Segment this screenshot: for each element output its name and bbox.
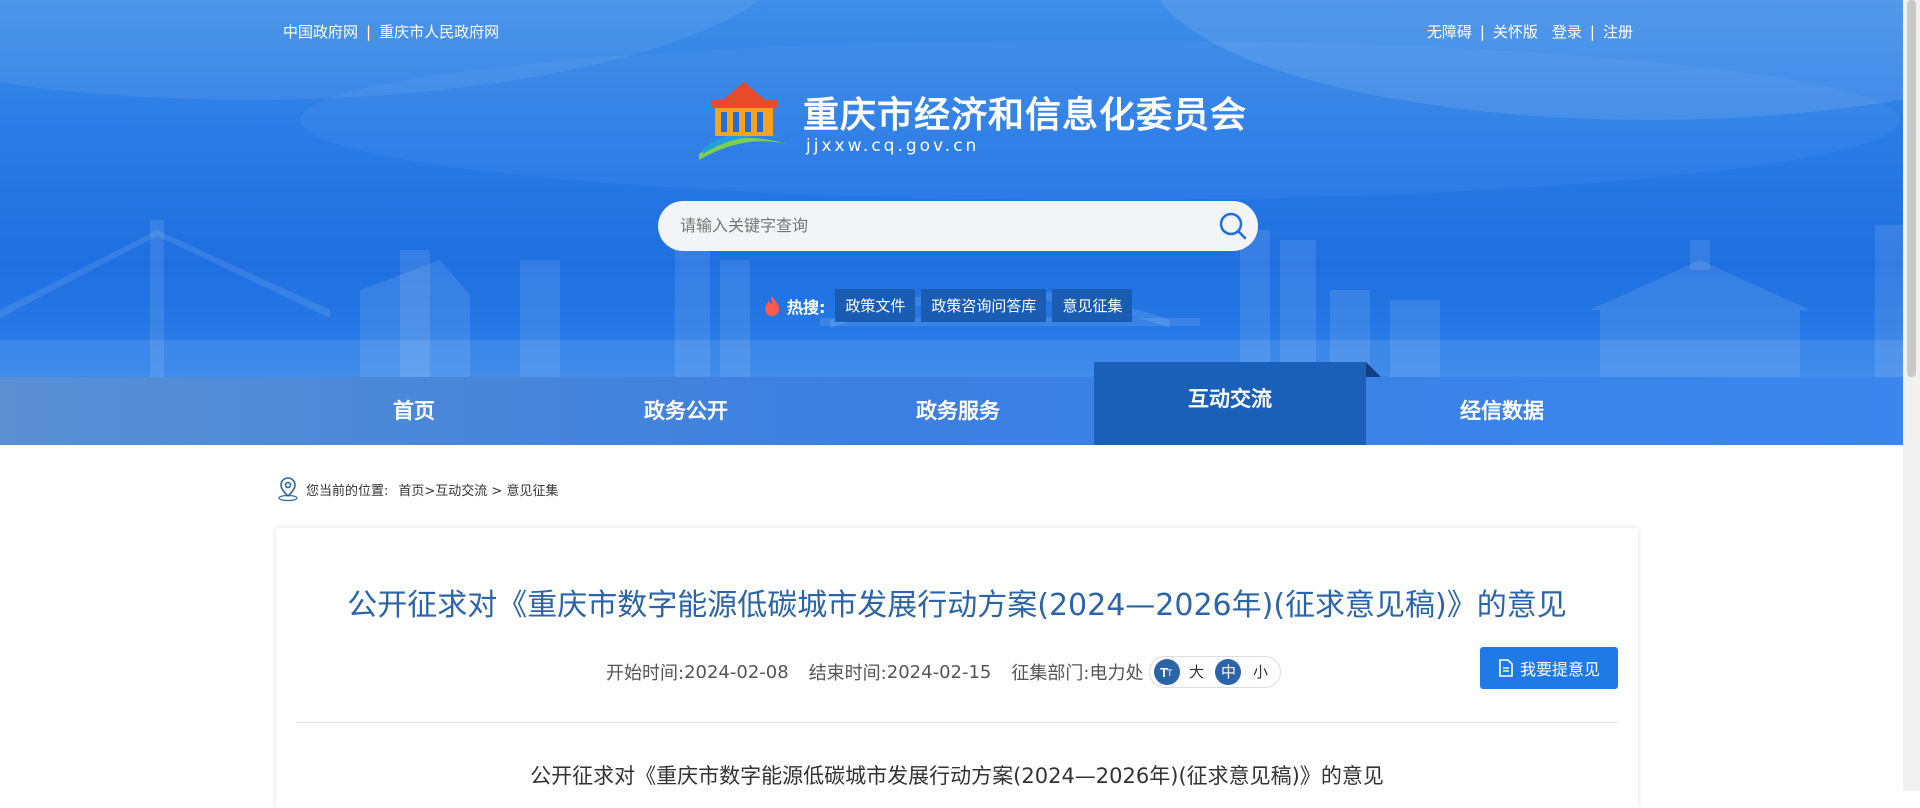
start-time-label: 开始时间:: [606, 663, 685, 684]
content-divider: [296, 722, 1618, 723]
hot-tag-policy-docs[interactable]: 政策文件: [835, 289, 916, 322]
nav-item-data[interactable]: 经信数据: [1366, 377, 1638, 445]
top-right-links: 无障碍 | 关怀版 登录 | 注册: [1427, 21, 1633, 42]
department-value: 电力处: [1089, 663, 1144, 684]
site-title[interactable]: 重庆市经济和信息化委员会: [803, 86, 1247, 138]
link-accessibility[interactable]: 无障碍: [1427, 23, 1472, 41]
article-meta: 开始时间: 2024-02-08 结束时间: 2024-02-15 征集部门: …: [606, 656, 1282, 688]
breadcrumb-path[interactable]: 首页>互动交流 > 意见征集: [398, 480, 558, 499]
divider: |: [1479, 23, 1485, 41]
nav-item-interaction[interactable]: 互动交流: [1094, 362, 1366, 445]
end-time-label: 结束时间:: [808, 663, 887, 684]
flame-icon: [765, 295, 779, 316]
article-card: 公开征求对《重庆市数字能源低碳城市发展行动方案(2024—2026年)(征求意见…: [276, 528, 1638, 808]
divider: |: [1589, 23, 1595, 41]
font-size-small-button[interactable]: 小: [1247, 659, 1273, 685]
link-login[interactable]: 登录: [1552, 23, 1582, 41]
department-label: 征集部门:: [1011, 663, 1090, 684]
end-time-value: 2024-02-15: [886, 661, 992, 683]
nav-active-fold: [1366, 362, 1381, 377]
font-size-control: T T 大 中 小: [1149, 656, 1282, 688]
submit-opinion-button[interactable]: 我要提意见: [1480, 647, 1618, 689]
search-box: [658, 201, 1258, 253]
link-cq-gov[interactable]: 重庆市人民政府网: [379, 23, 499, 41]
document-edit-icon: [1499, 659, 1513, 677]
breadcrumb-prefix: 您当前的位置:: [306, 483, 389, 499]
breadcrumb: 您当前的位置: 首页>互动交流 > 意见征集: [276, 476, 558, 502]
site-domain: jjxxw.cq.gov.cn: [806, 136, 980, 156]
svg-text:T: T: [1167, 668, 1173, 678]
hot-search: 热搜: 政策文件 政策咨询问答库 意见征集: [763, 289, 1138, 322]
nav-item-gov-affairs[interactable]: 政务公开: [550, 377, 822, 445]
top-left-links: 中国政府网 | 重庆市人民政府网: [283, 21, 499, 42]
hot-tag-opinion-collect[interactable]: 意见征集: [1052, 289, 1133, 322]
site-header: 中国政府网 | 重庆市人民政府网 无障碍 | 关怀版 登录 | 注册 重庆市经济和信息化委员会…: [0, 0, 1920, 377]
font-size-large-button[interactable]: 大: [1183, 659, 1209, 685]
hot-search-label: 热搜:: [787, 297, 826, 317]
page-scrollbar[interactable]: [1903, 0, 1920, 791]
divider: |: [366, 23, 372, 41]
location-pin-icon: [278, 477, 298, 502]
start-time-value: 2024-02-08: [684, 661, 789, 683]
link-gov-cn[interactable]: 中国政府网: [283, 23, 358, 41]
scrollbar-thumb[interactable]: [1907, 0, 1916, 377]
hot-tag-policy-qa[interactable]: 政策咨询问答库: [921, 289, 1047, 322]
nav-item-gov-services[interactable]: 政务服务: [822, 377, 1094, 445]
font-size-medium-button[interactable]: 中: [1215, 659, 1242, 685]
search-icon[interactable]: [1218, 211, 1248, 241]
site-logo-icon[interactable]: [693, 78, 793, 160]
nav-item-home[interactable]: 首页: [278, 377, 550, 445]
link-care-mode[interactable]: 关怀版: [1493, 23, 1538, 41]
article-title: 公开征求对《重庆市数字能源低碳城市发展行动方案(2024—2026年)(征求意见…: [347, 588, 1567, 623]
link-register[interactable]: 注册: [1603, 23, 1633, 41]
main-nav: 首页 政务公开 政务服务 互动交流 经信数据: [0, 362, 1920, 445]
font-size-icon: T T: [1154, 659, 1181, 685]
search-input[interactable]: [678, 201, 1182, 253]
article-body-title: 公开征求对《重庆市数字能源低碳城市发展行动方案(2024—2026年)(征求意见…: [530, 764, 1384, 788]
submit-opinion-label: 我要提意见: [1519, 660, 1600, 679]
